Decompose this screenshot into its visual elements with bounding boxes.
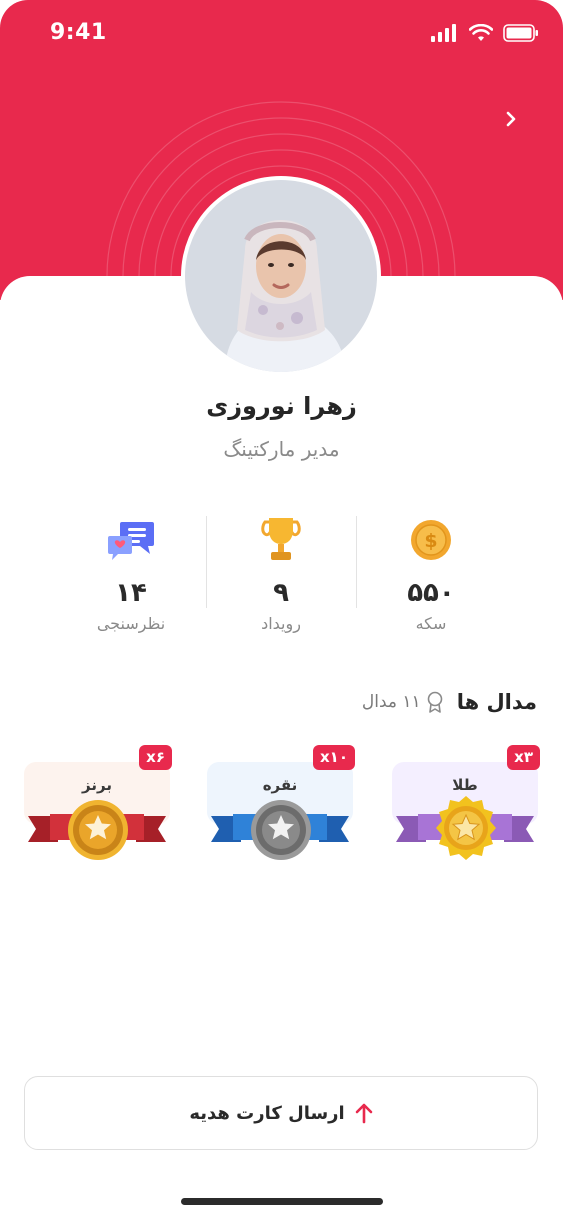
medal-count-badge-bronze: x۶: [139, 745, 172, 770]
silver-medal-icon: [211, 800, 349, 860]
stat-surveys-value: ۱۴: [115, 578, 147, 608]
stat-events-label: رویداد: [261, 614, 301, 633]
status-icons: [431, 24, 539, 42]
medals-count: ۱۱ مدال: [362, 691, 445, 713]
home-indicator[interactable]: [181, 1198, 383, 1205]
stat-events: ۹ رویداد: [206, 510, 356, 633]
stat-surveys-label: نظرسنجی: [96, 614, 166, 633]
profile-name: زهرا نوروزی: [206, 392, 357, 420]
avatar-image: [185, 180, 377, 372]
stat-divider: [356, 516, 357, 608]
stat-coins-label: سکه: [415, 614, 447, 633]
stat-coins: $ ۵۵۰ سکه: [356, 510, 506, 633]
chat-icon: [108, 522, 154, 560]
medal-card-bronze[interactable]: برنز x۶: [24, 745, 172, 870]
medals-count-text: ۱۱ مدال: [361, 692, 421, 712]
medal-card-silver[interactable]: نقره x۱۰: [207, 745, 355, 870]
profile-screen: 9:41 زهرا نوروزی مدیر مارکتینگ $ ۵۵۰ سکه…: [0, 0, 563, 1218]
avatar[interactable]: [181, 176, 381, 376]
gold-medal-icon: [396, 796, 534, 860]
back-button[interactable]: [496, 104, 526, 134]
trophy-icon: [261, 518, 301, 560]
battery-icon: [503, 24, 538, 42]
portrait-image: [185, 180, 377, 372]
wifi-icon: [469, 24, 493, 41]
status-time: 9:41: [50, 20, 107, 45]
chevron-right-icon: [506, 111, 516, 127]
stat-surveys: ۱۴ نظرسنجی: [56, 510, 206, 633]
send-gift-card-button[interactable]: ارسال کارت هدیه: [24, 1076, 538, 1150]
stat-coins-value: ۵۵۰: [407, 578, 455, 608]
stat-events-value: ۹: [273, 578, 289, 608]
arrow-up-icon: [355, 1103, 372, 1124]
medals-header: مدال ها ۱۱ مدال: [362, 690, 537, 714]
medal-count-badge-gold: x۳: [507, 745, 540, 770]
send-gift-card-label: ارسال کارت هدیه: [189, 1102, 345, 1124]
profile-role: مدیر مارکتینگ: [223, 437, 340, 461]
stat-divider: [206, 516, 207, 608]
medal-card-gold[interactable]: طلا x۳: [392, 745, 540, 870]
coin-icon: $: [411, 520, 451, 560]
signal-icon: [431, 24, 456, 42]
svg-text:$: $: [424, 530, 437, 552]
bronze-medal-icon: [28, 800, 166, 860]
medals-title: مدال ها: [456, 690, 537, 714]
status-bar: 9:41: [0, 0, 563, 70]
medal-outline-icon: [427, 691, 442, 713]
medal-count-badge-silver: x۱۰: [313, 745, 355, 770]
